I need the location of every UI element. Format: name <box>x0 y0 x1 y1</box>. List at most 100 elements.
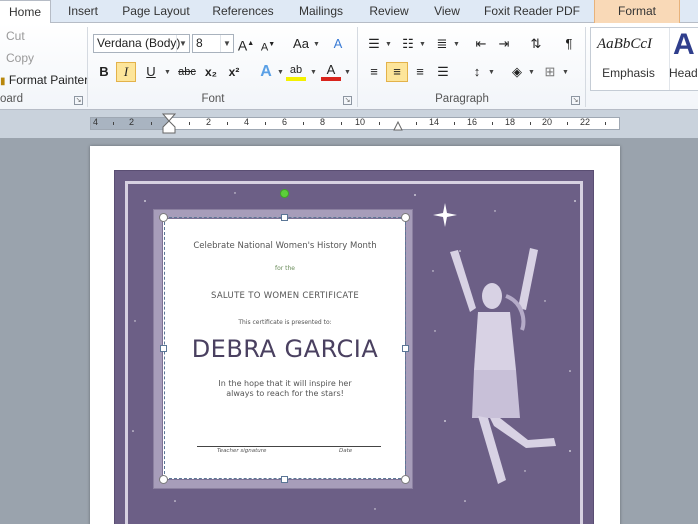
tab-page-layout[interactable]: Page Layout <box>115 0 197 23</box>
align-center-icon: ≡ <box>393 64 401 79</box>
font-size-combo[interactable]: 8 ▼ <box>192 34 234 53</box>
resize-handle-right[interactable] <box>402 345 409 352</box>
bullets-button[interactable]: ☰ <box>364 34 384 54</box>
chevron-down-icon[interactable]: ▼ <box>419 41 426 48</box>
tab-view[interactable]: View <box>424 0 470 23</box>
strikethrough-button[interactable]: abc <box>176 62 198 82</box>
resize-handle-bottom[interactable] <box>281 476 288 483</box>
justify-button[interactable]: ☰ <box>433 62 453 82</box>
chevron-down-icon[interactable]: ▼ <box>310 69 317 76</box>
resize-handle-bottom-right[interactable] <box>401 475 410 484</box>
styles-gallery[interactable]: AaBbCcI Emphasis A Head <box>590 27 698 91</box>
chevron-down-icon[interactable]: ▼ <box>528 69 535 76</box>
align-left-button[interactable]: ≡ <box>364 62 384 82</box>
chevron-down-icon[interactable]: ▼ <box>488 69 495 76</box>
ruler-number: 16 <box>467 117 478 127</box>
superscript-icon: x² <box>228 65 240 79</box>
grow-font-button[interactable]: A▲ <box>236 34 256 54</box>
font-family-combo[interactable]: Verdana (Body) ▼ <box>93 34 190 53</box>
subscript-button[interactable]: x₂ <box>201 62 221 82</box>
ruler-tick <box>151 122 152 125</box>
resize-handle-left[interactable] <box>160 345 167 352</box>
paragraph-launcher-icon[interactable]: ↘ <box>571 96 580 105</box>
tab-format[interactable]: Format <box>594 0 680 23</box>
ruler-number: 4 <box>244 117 250 127</box>
align-center-button[interactable]: ≡ <box>386 62 408 82</box>
decrease-indent-button[interactable]: ⇤ <box>471 34 491 54</box>
chevron-down-icon[interactable]: ▼ <box>453 41 460 48</box>
ruler-tick <box>416 122 417 125</box>
format-painter-label: Format Painter <box>8 73 89 87</box>
ruler-tick <box>341 122 342 125</box>
group-divider <box>585 27 586 107</box>
bullets-icon: ☰ <box>368 36 380 51</box>
text-box-selection[interactable] <box>164 217 406 479</box>
emphasis-style-label: Emphasis <box>602 66 655 80</box>
chevron-down-icon[interactable]: ▼ <box>277 69 284 76</box>
rotation-handle[interactable] <box>280 189 289 198</box>
text-effects-button[interactable]: A <box>256 62 276 82</box>
align-right-button[interactable]: ≡ <box>410 62 430 82</box>
tab-mailings[interactable]: Mailings <box>290 0 352 23</box>
ruler-tick <box>605 122 606 125</box>
chevron-down-icon[interactable]: ▼ <box>313 41 320 48</box>
ruler-number: 2 <box>206 117 212 127</box>
paragraph-group-label: Paragraph <box>435 93 489 105</box>
underline-icon: U <box>146 64 156 79</box>
chevron-down-icon[interactable]: ▼ <box>385 41 392 48</box>
superscript-button[interactable]: x² <box>224 62 244 82</box>
tab-home[interactable]: Home <box>0 0 51 24</box>
format-painter-button[interactable]: ▮ Format Painter <box>0 73 88 87</box>
underline-button[interactable]: U <box>141 62 161 82</box>
bold-button[interactable]: B <box>94 62 114 82</box>
clipboard-launcher-icon[interactable]: ↘ <box>74 96 83 105</box>
tab-insert[interactable]: Insert <box>55 0 111 23</box>
borders-button[interactable]: ⊞ <box>540 62 560 82</box>
multilevel-list-button[interactable]: ≣ <box>432 34 452 54</box>
resize-handle-top-right[interactable] <box>401 213 410 222</box>
cut-button[interactable]: Cut <box>6 29 25 43</box>
ruler-number: 4 <box>93 117 99 127</box>
ribbon: Cut Copy ▮ Format Painter oard ↘ Verdana… <box>0 23 698 110</box>
font-launcher-icon[interactable]: ↘ <box>343 96 352 105</box>
ruler-tick <box>454 122 455 125</box>
clear-formatting-button[interactable]: A <box>328 34 348 54</box>
chevron-down-icon[interactable]: ▼ <box>562 69 569 76</box>
resize-handle-bottom-left[interactable] <box>159 475 168 484</box>
chevron-down-icon[interactable]: ▼ <box>220 35 233 52</box>
clipboard-group-label: oard <box>0 93 24 105</box>
chevron-down-icon[interactable]: ▼ <box>164 69 171 76</box>
show-formatting-button[interactable]: ¶ <box>559 34 579 54</box>
resize-handle-top[interactable] <box>281 214 288 221</box>
grow-font-icon: A <box>237 37 248 54</box>
chevron-down-icon[interactable]: ▼ <box>176 35 189 52</box>
ruler-number: 6 <box>282 117 288 127</box>
font-color-button[interactable]: A <box>321 61 341 81</box>
right-indent-marker-icon[interactable] <box>393 119 403 131</box>
tab-references[interactable]: References <box>205 0 281 23</box>
tab-review[interactable]: Review <box>362 0 416 23</box>
increase-indent-button[interactable]: ⇥ <box>494 34 514 54</box>
clear-formatting-icon: A <box>333 36 343 51</box>
resize-handle-top-left[interactable] <box>159 213 168 222</box>
change-case-button[interactable]: Aa <box>288 34 314 54</box>
shading-button[interactable]: ◈ <box>507 62 527 82</box>
bold-icon: B <box>99 64 109 79</box>
ruler-tick <box>113 122 114 125</box>
highlight-button[interactable]: ab <box>286 61 306 81</box>
highlight-icon: ab <box>289 64 303 76</box>
ruler-tick <box>492 122 493 125</box>
italic-button[interactable]: I <box>116 62 136 82</box>
indent-marker-icon[interactable] <box>162 113 176 135</box>
ruler-number: 8 <box>320 117 326 127</box>
justify-icon: ☰ <box>437 64 449 79</box>
numbering-button[interactable]: ☷ <box>398 34 418 54</box>
tab-foxit-reader-pdf[interactable]: Foxit Reader PDF <box>480 0 584 23</box>
chevron-down-icon[interactable]: ▼ <box>344 69 351 76</box>
shrink-font-button[interactable]: A▼ <box>258 35 278 55</box>
ruler-tick <box>227 122 228 125</box>
line-spacing-button[interactable]: ↕ <box>467 62 487 82</box>
emphasis-style-sample: AaBbCcI <box>597 36 652 52</box>
sort-button[interactable]: ⇅ <box>526 34 546 54</box>
copy-button[interactable]: Copy <box>6 51 34 65</box>
